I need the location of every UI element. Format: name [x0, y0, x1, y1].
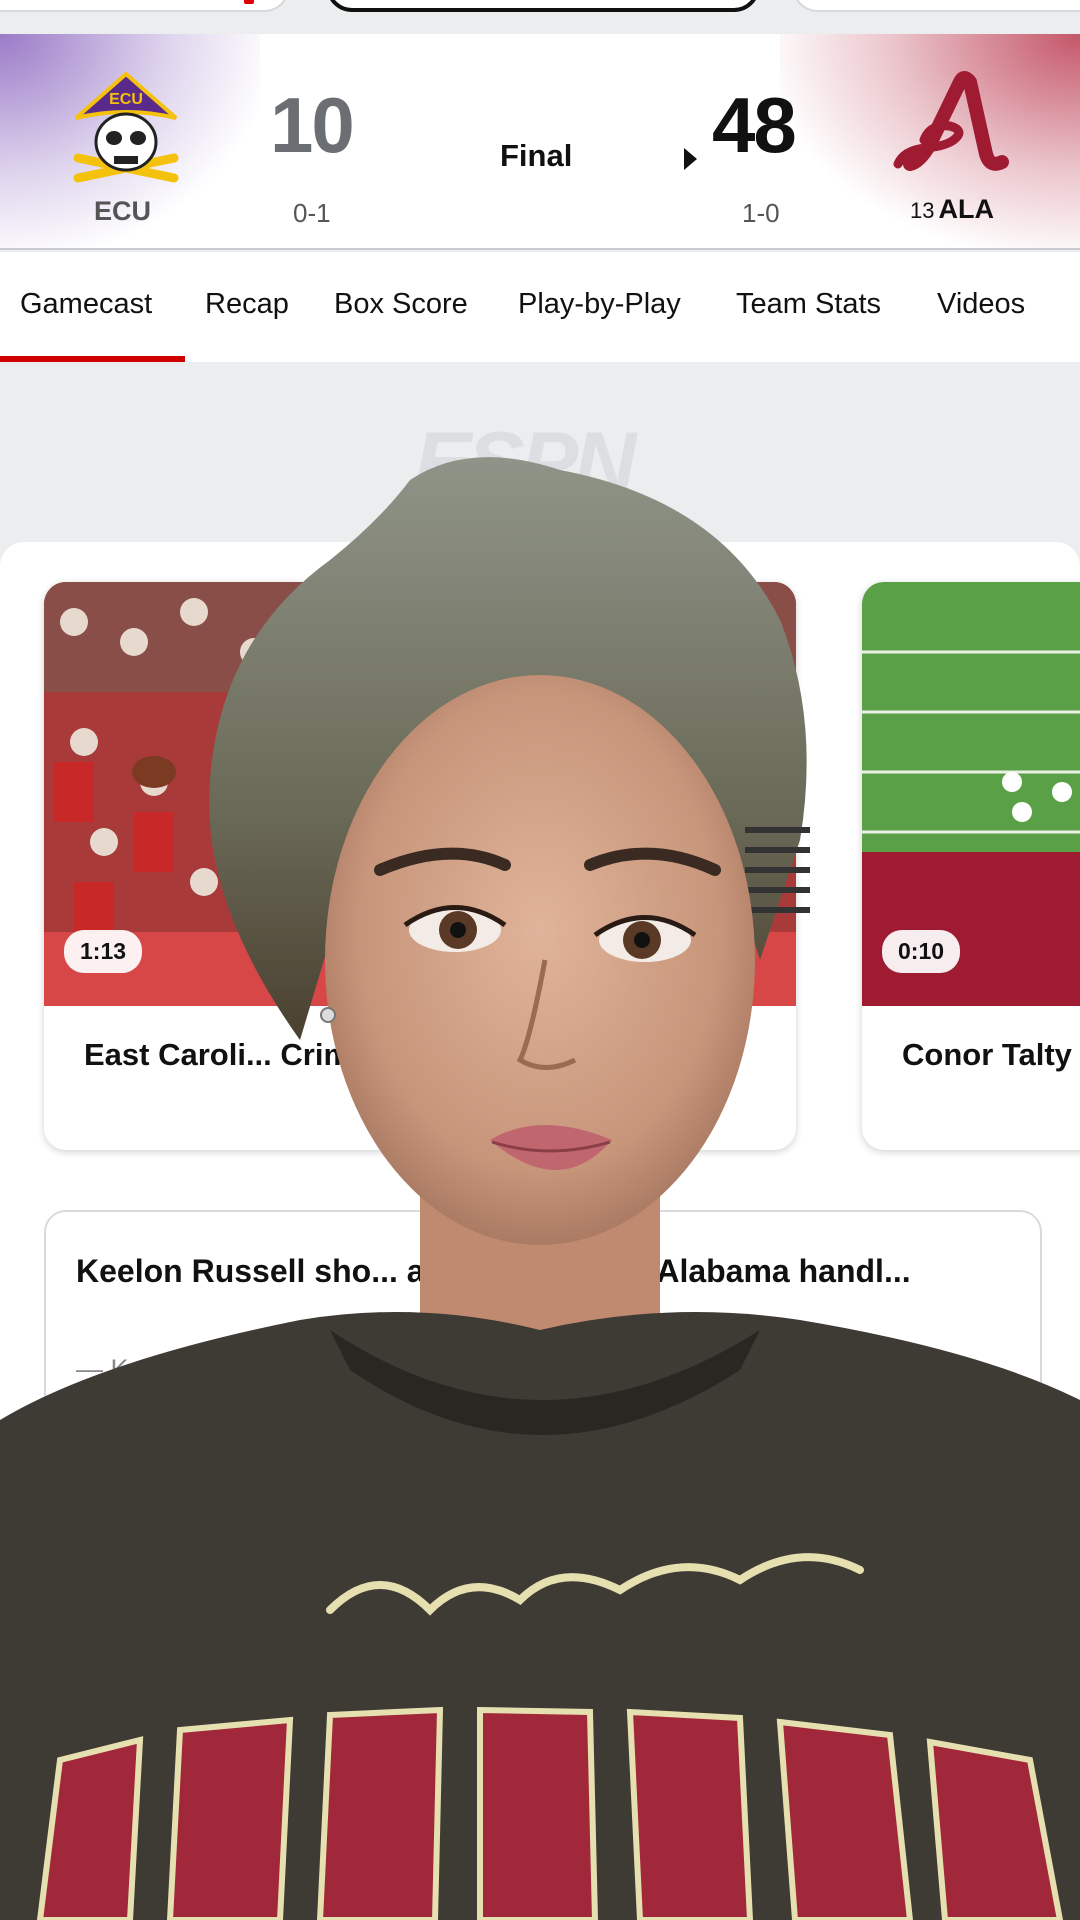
tab-team-stats[interactable]: Team Stats: [736, 288, 881, 321]
scoreboard: ECU ECU 10 0-1 Final 48 1-0 13 ALA: [0, 34, 1080, 250]
game-pill-previous[interactable]: [0, 0, 290, 12]
home-team-abbr-text: ALA: [938, 194, 994, 224]
tab-gamecast[interactable]: Gamecast: [20, 288, 152, 321]
svg-text:ECU: ECU: [109, 91, 143, 108]
game-pill-next[interactable]: [792, 0, 1080, 12]
home-team-rank: 13: [910, 198, 935, 223]
live-indicator: [244, 0, 254, 4]
video-title[interactable]: Conor Talty: [902, 1030, 1080, 1080]
tab-play-by-play[interactable]: Play-by-Play: [518, 288, 681, 321]
video-thumbnail: [44, 582, 796, 1006]
tab-recap[interactable]: Recap: [205, 288, 289, 321]
game-pill-current[interactable]: [326, 0, 760, 12]
espn-watermark: ESPN: [414, 415, 636, 511]
top-game-switcher: [0, 0, 1080, 34]
away-team-record: 0-1: [293, 198, 331, 228]
ecu-pirate-logo-icon[interactable]: ECU: [66, 66, 186, 186]
alabama-script-a-logo-icon[interactable]: [890, 64, 1010, 184]
video-card[interactable]: 1:13 East Caroli... Crimson Tide: Ga...: [44, 582, 796, 1150]
tab-box-score[interactable]: Box Score: [334, 288, 468, 321]
gamecast-content: ESPN 1:13 East Caroli... Crimson Tide: G…: [0, 362, 1080, 1920]
article-card[interactable]: Keelon Russell sho... ability as No. 13 …: [44, 1210, 1042, 1510]
triangle-right-icon: [684, 148, 697, 170]
media-panel: 1:13 East Caroli... Crimson Tide: Ga... …: [0, 542, 1080, 1920]
video-title[interactable]: East Caroli... Crimson Tide: Ga...: [84, 1030, 774, 1080]
game-tabs: Gamecast Recap Box Score Play-by-Play Te…: [0, 252, 1080, 362]
video-card[interactable]: 0:10 Conor Talty: [862, 582, 1080, 1150]
away-team-abbr[interactable]: ECU: [94, 196, 151, 227]
article-title[interactable]: Keelon Russell sho... ability as No. 13 …: [76, 1246, 1016, 1296]
video-duration: 1:13: [64, 930, 143, 973]
home-team-record: 1-0: [742, 198, 780, 228]
video-duration: 0:10: [882, 930, 961, 973]
home-team-abbr[interactable]: 13 ALA: [910, 194, 994, 225]
home-team-score: 48: [712, 81, 797, 169]
tab-videos[interactable]: Videos: [937, 288, 1025, 321]
article-byline: — Keelon R...: [76, 1354, 245, 1384]
game-status: Final: [500, 138, 573, 173]
away-team-score: 10: [270, 81, 355, 169]
